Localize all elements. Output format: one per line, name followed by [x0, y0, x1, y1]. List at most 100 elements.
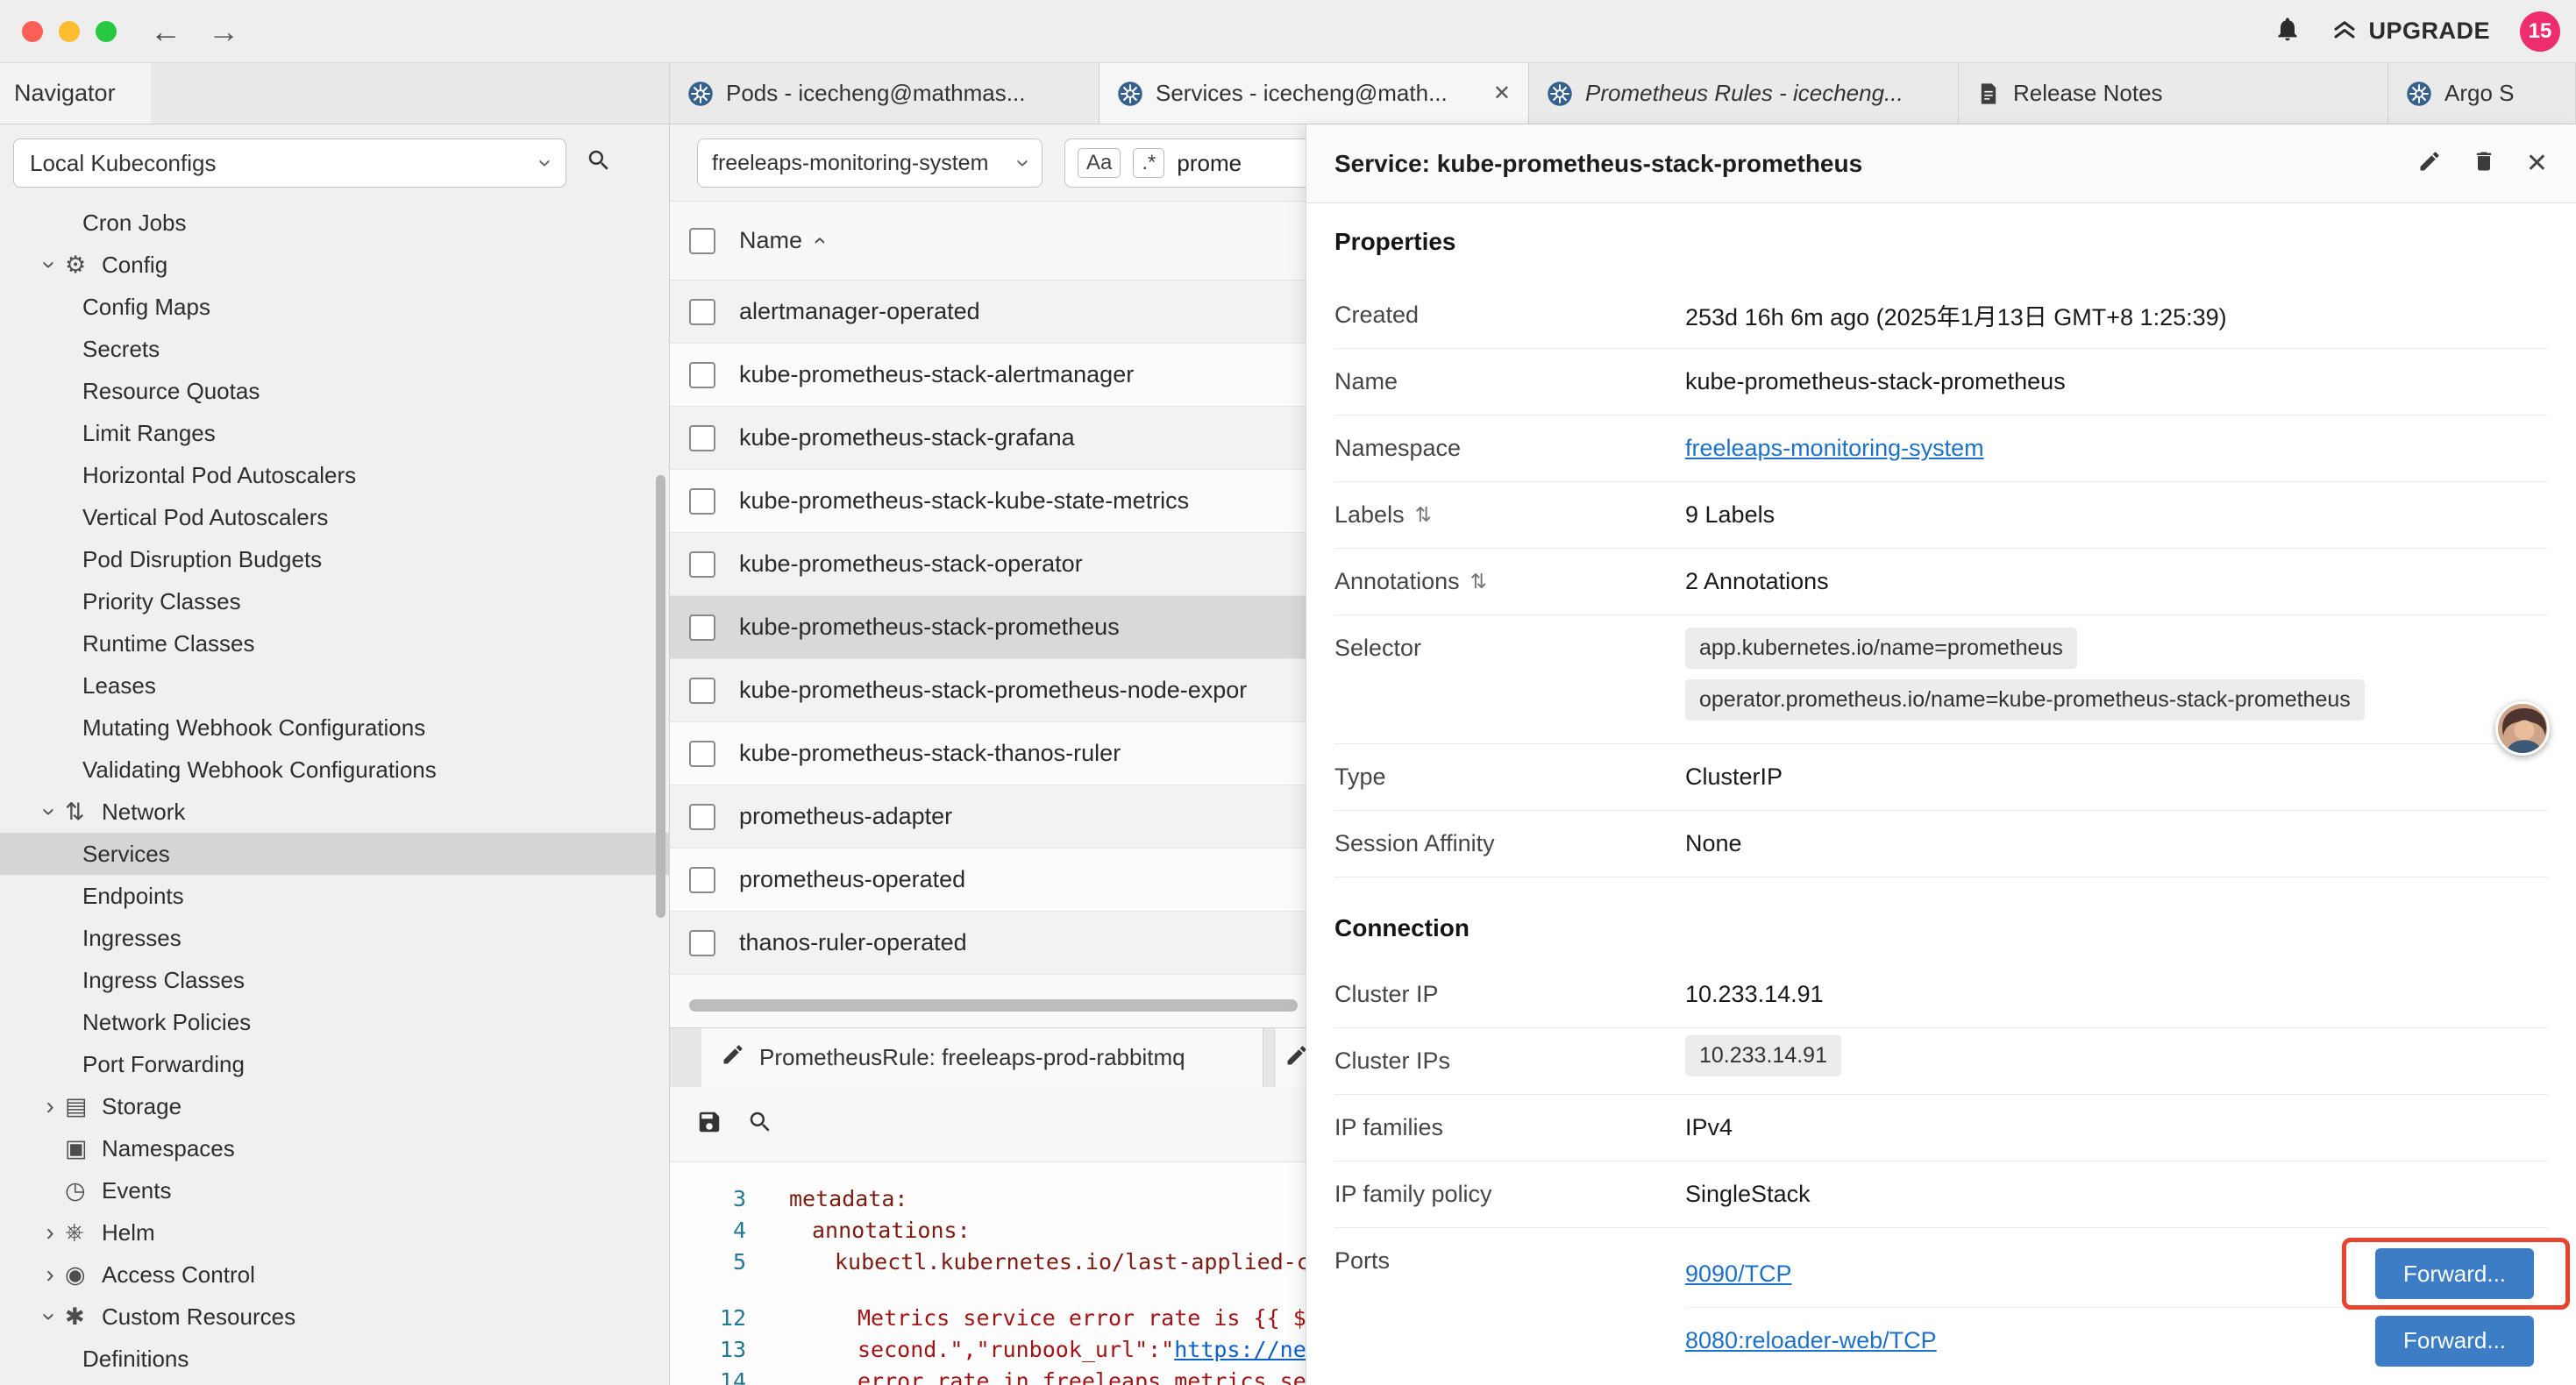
sidebar-item-vertical-pod-autoscalers[interactable]: Vertical Pod Autoscalers	[0, 496, 669, 538]
forward-button[interactable]: Forward...	[2375, 1248, 2534, 1299]
horizontal-scrollbar[interactable]	[689, 999, 1298, 1012]
table-row[interactable]: kube-prometheus-stack-thanos-ruler	[670, 722, 1306, 785]
sidebar-item-label: Helm	[102, 1219, 155, 1246]
table-row[interactable]: kube-prometheus-stack-prometheus	[670, 596, 1306, 659]
dock-tab-prometheusrule[interactable]: PrometheusRule: freeleaps-prod-rabbitmq	[701, 1028, 1263, 1087]
select-all-checkbox[interactable]	[689, 228, 715, 254]
sidebar-item-limit-ranges[interactable]: Limit Ranges	[0, 412, 669, 454]
notifications-bell-icon[interactable]	[2274, 15, 2302, 47]
sidebar-scrollbar[interactable]	[656, 475, 665, 918]
sidebar-item-priority-classes[interactable]: Priority Classes	[0, 580, 669, 622]
row-checkbox[interactable]	[689, 741, 715, 767]
table-row[interactable]: alertmanager-operated	[670, 281, 1306, 344]
value-badge: operator.prometheus.io/name=kube-prometh…	[1685, 679, 2365, 721]
sidebar-item-custom-resources[interactable]: ›✱Custom Resources	[0, 1296, 669, 1338]
tab-1[interactable]: Services - icecheng@math...✕	[1099, 63, 1529, 124]
row-checkbox[interactable]	[689, 488, 715, 515]
row-checkbox[interactable]	[689, 930, 715, 956]
row-checkbox[interactable]	[689, 425, 715, 451]
services-table-body: alertmanager-operatedkube-prometheus-sta…	[670, 281, 1306, 975]
search-input[interactable]: prome	[1177, 150, 1242, 177]
chevron-down-icon: ›	[531, 159, 559, 167]
sidebar-item-secrets[interactable]: Secrets	[0, 328, 669, 370]
network-icon: ⇅	[65, 799, 102, 826]
sidebar-item-helm[interactable]: ›⎈Helm	[0, 1211, 669, 1254]
sidebar-item-ingress-classes[interactable]: Ingress Classes	[0, 959, 669, 1001]
sidebar-item-storage[interactable]: ›▤Storage	[0, 1085, 669, 1127]
port-link[interactable]: 8080:reloader-web/TCP	[1685, 1327, 1937, 1354]
sidebar-item-label: Custom Resources	[102, 1303, 295, 1331]
sidebar-item-cron-jobs[interactable]: Cron Jobs	[0, 202, 669, 244]
sidebar-item-leases[interactable]: Leases	[0, 664, 669, 707]
search-box[interactable]: Aa .* prome	[1064, 138, 1306, 188]
forward-button[interactable]: →	[208, 13, 239, 50]
name-column-header[interactable]: Name	[739, 227, 802, 254]
namespace-link[interactable]: freeleaps-monitoring-system	[1685, 435, 1984, 461]
sidebar-item-services[interactable]: Services	[0, 833, 669, 875]
save-icon[interactable]	[696, 1109, 722, 1140]
minimize-window-button[interactable]	[59, 21, 80, 42]
sidebar-item-ingresses[interactable]: Ingresses	[0, 917, 669, 959]
sidebar-item-pod-disruption-budgets[interactable]: Pod Disruption Budgets	[0, 538, 669, 580]
tab-2[interactable]: Prometheus Rules - icecheng...	[1529, 63, 1959, 124]
sidebar-item-namespaces[interactable]: ▣Namespaces	[0, 1127, 669, 1169]
sidebar-item-runtime-classes[interactable]: Runtime Classes	[0, 622, 669, 664]
port-link[interactable]: 9090/TCP	[1685, 1261, 1792, 1288]
sort-toggle-icon[interactable]: ⇅	[1415, 503, 1432, 527]
close-drawer-icon[interactable]: ✕	[2526, 148, 2548, 179]
table-row[interactable]: kube-prometheus-stack-operator	[670, 533, 1306, 596]
table-row[interactable]: kube-prometheus-stack-grafana	[670, 407, 1306, 470]
tab-3[interactable]: Release Notes	[1959, 63, 2388, 124]
close-tab-icon[interactable]: ✕	[1493, 81, 1511, 106]
user-avatar[interactable]	[2495, 701, 2550, 756]
notification-count-badge[interactable]: 15	[2520, 11, 2560, 52]
sidebar-item-config-maps[interactable]: Config Maps	[0, 286, 669, 328]
table-row[interactable]: kube-prometheus-stack-alertmanager	[670, 344, 1306, 407]
dock-tab-partial[interactable]	[1276, 1028, 1306, 1087]
edit-resource-icon[interactable]	[2417, 149, 2442, 178]
sidebar-search-icon[interactable]	[586, 147, 612, 178]
sidebar-item-network-policies[interactable]: Network Policies	[0, 1001, 669, 1043]
namespace-filter-select[interactable]: freeleaps-monitoring-system ›	[697, 138, 1042, 188]
sidebar-item-config[interactable]: ›⚙Config	[0, 244, 669, 286]
tab-4[interactable]: Argo S	[2388, 63, 2576, 124]
table-row[interactable]: prometheus-operated	[670, 849, 1306, 912]
row-checkbox[interactable]	[689, 551, 715, 578]
row-checkbox[interactable]	[689, 678, 715, 704]
yaml-editor[interactable]: 3metadata:4annotations:5kubectl.kubernet…	[670, 1162, 1306, 1385]
service-name: kube-prometheus-stack-prometheus	[739, 614, 1120, 641]
kubeconfig-selector[interactable]: Local Kubeconfigs ›	[13, 138, 566, 188]
table-row[interactable]: prometheus-adapter	[670, 785, 1306, 849]
sidebar-item-network[interactable]: ›⇅Network	[0, 791, 669, 833]
row-checkbox[interactable]	[689, 614, 715, 641]
tab-0[interactable]: Pods - icecheng@mathmas...	[670, 63, 1099, 124]
editor-search-icon[interactable]	[747, 1109, 773, 1140]
drawer-row-created: Created253d 16h 6m ago (2025年1月13日 GMT+8…	[1334, 282, 2548, 349]
delete-resource-icon[interactable]	[2472, 149, 2496, 178]
row-checkbox[interactable]	[689, 867, 715, 893]
table-row[interactable]: kube-prometheus-stack-prometheus-node-ex…	[670, 659, 1306, 722]
zoom-window-button[interactable]	[96, 21, 117, 42]
upgrade-button[interactable]: UPGRADE	[2331, 15, 2490, 47]
sidebar-item-events[interactable]: ◷Events	[0, 1169, 669, 1211]
row-value: None	[1685, 830, 2548, 857]
close-window-button[interactable]	[22, 21, 43, 42]
regex-toggle[interactable]: .*	[1133, 148, 1164, 178]
sort-toggle-icon[interactable]: ⇅	[1470, 570, 1487, 593]
row-checkbox[interactable]	[689, 804, 715, 830]
sidebar-item-validating-webhook-configurations[interactable]: Validating Webhook Configurations	[0, 749, 669, 791]
sidebar-item-definitions[interactable]: Definitions	[0, 1338, 669, 1380]
forward-button[interactable]: Forward...	[2375, 1316, 2534, 1367]
table-row[interactable]: kube-prometheus-stack-kube-state-metrics	[670, 470, 1306, 533]
match-case-toggle[interactable]: Aa	[1078, 148, 1121, 178]
sidebar-item-endpoints[interactable]: Endpoints	[0, 875, 669, 917]
sidebar-item-resource-quotas[interactable]: Resource Quotas	[0, 370, 669, 412]
back-button[interactable]: ←	[150, 13, 181, 50]
sidebar-item-mutating-webhook-configurations[interactable]: Mutating Webhook Configurations	[0, 707, 669, 749]
row-checkbox[interactable]	[689, 299, 715, 325]
sidebar-item-access-control[interactable]: ›◉Access Control	[0, 1254, 669, 1296]
table-row[interactable]: thanos-ruler-operated	[670, 912, 1306, 975]
row-checkbox[interactable]	[689, 362, 715, 388]
sidebar-item-horizontal-pod-autoscalers[interactable]: Horizontal Pod Autoscalers	[0, 454, 669, 496]
sidebar-item-port-forwarding[interactable]: Port Forwarding	[0, 1043, 669, 1085]
